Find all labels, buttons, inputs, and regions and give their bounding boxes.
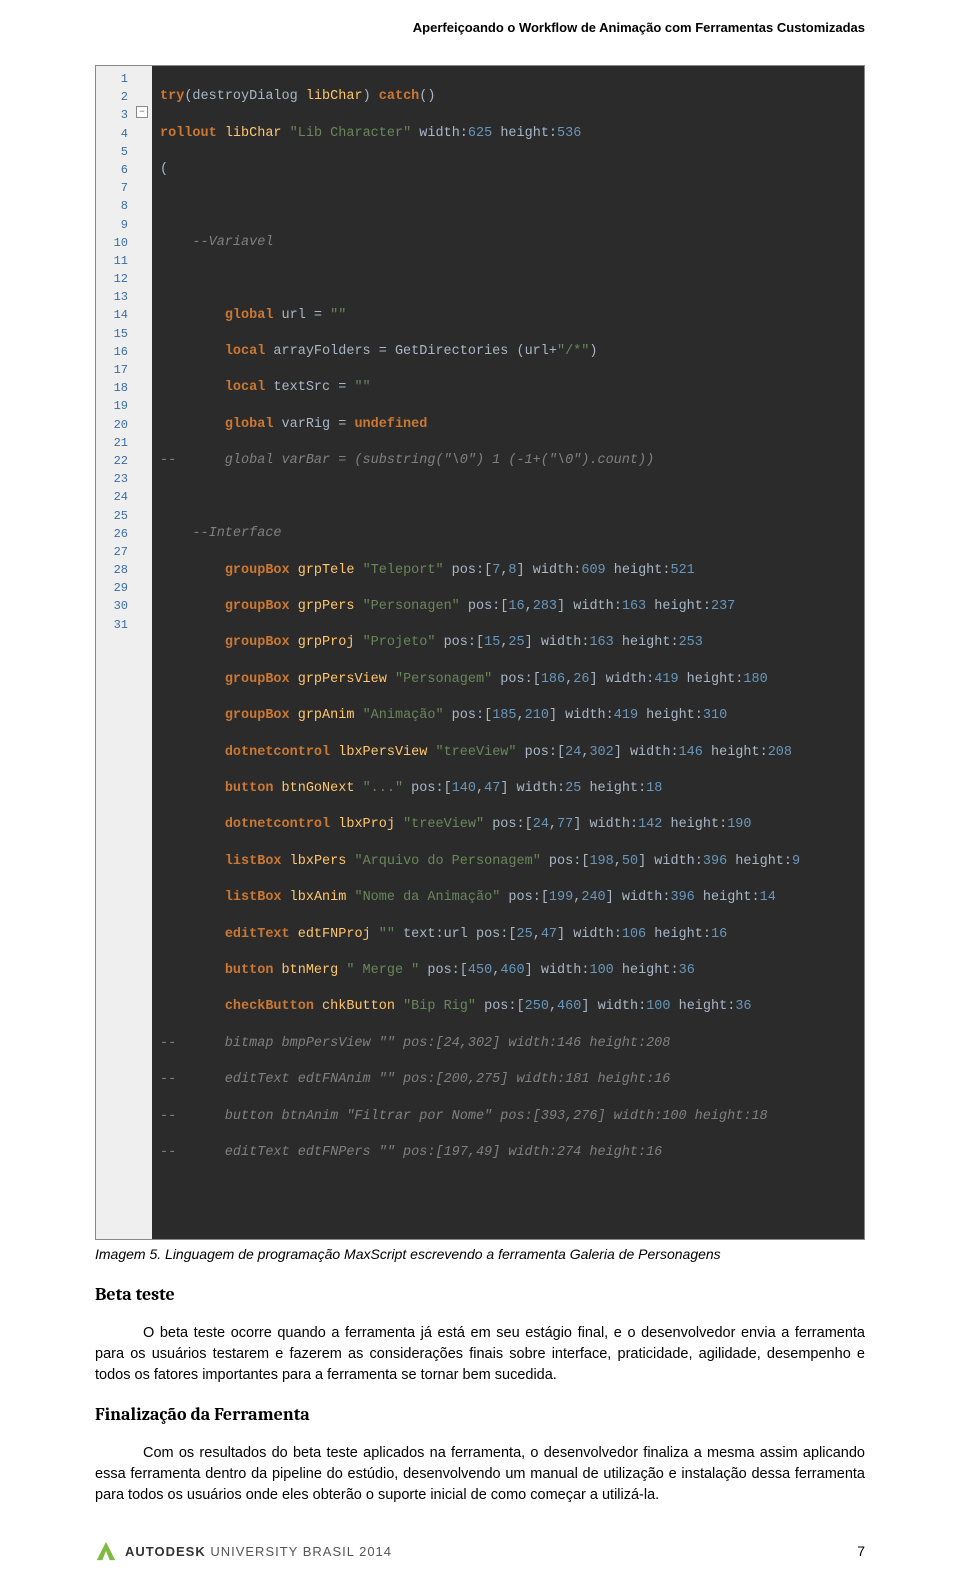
line-number: 12 <box>102 270 128 288</box>
line-number: 19 <box>102 397 128 415</box>
line-number: 21 <box>102 434 128 452</box>
line-number: 24 <box>102 488 128 506</box>
line-number: 5 <box>102 143 128 161</box>
line-number: 31 <box>102 616 128 634</box>
line-number: 9 <box>102 216 128 234</box>
line-number: 6 <box>102 161 128 179</box>
figure-caption: Imagem 5. Linguagem de programação MaxSc… <box>95 1246 865 1262</box>
footer-brand-sub: UNIVERSITY BRASIL 2014 <box>206 1544 392 1559</box>
page-footer: AUTODESK UNIVERSITY BRASIL 2014 7 <box>95 1540 865 1562</box>
line-number: 18 <box>102 379 128 397</box>
line-number: 4 <box>102 125 128 143</box>
footer-brand: AUTODESK UNIVERSITY BRASIL 2014 <box>95 1540 392 1562</box>
line-number: 13 <box>102 288 128 306</box>
line-number: 26 <box>102 525 128 543</box>
line-number: 28 <box>102 561 128 579</box>
running-header: Aperfeiçoando o Workflow de Animação com… <box>95 20 865 35</box>
code-content: try(destroyDialog libChar) catch() rollo… <box>152 66 864 1239</box>
line-number: 11 <box>102 252 128 270</box>
section-heading-beta: Beta teste <box>95 1284 865 1305</box>
line-number: 16 <box>102 343 128 361</box>
section-para-finalizacao: Com os resultados do beta teste aplicado… <box>95 1443 865 1506</box>
line-number: 23 <box>102 470 128 488</box>
line-number: 2 <box>102 88 128 106</box>
footer-brand-main: AUTODESK <box>125 1544 206 1559</box>
line-number-gutter: 1234567891011121314151617181920212223242… <box>96 66 134 1239</box>
line-number: 7 <box>102 179 128 197</box>
line-number: 22 <box>102 452 128 470</box>
line-number: 3 <box>102 106 128 124</box>
line-number: 27 <box>102 543 128 561</box>
footer-brand-text: AUTODESK UNIVERSITY BRASIL 2014 <box>125 1544 392 1559</box>
page-number: 7 <box>857 1543 865 1559</box>
line-number: 30 <box>102 597 128 615</box>
autodesk-logo-icon <box>95 1540 117 1562</box>
line-number: 8 <box>102 197 128 215</box>
line-number: 25 <box>102 507 128 525</box>
section-heading-finalizacao: Finalização da Ferramenta <box>95 1404 865 1425</box>
line-number: 14 <box>102 306 128 324</box>
fold-toggle-icon: − <box>136 106 148 118</box>
line-number: 1 <box>102 70 128 88</box>
line-number: 17 <box>102 361 128 379</box>
line-number: 29 <box>102 579 128 597</box>
fold-column: − <box>134 66 152 1239</box>
section-para-beta: O beta teste ocorre quando a ferramenta … <box>95 1323 865 1386</box>
line-number: 10 <box>102 234 128 252</box>
line-number: 20 <box>102 416 128 434</box>
line-number: 15 <box>102 325 128 343</box>
code-screenshot: 1234567891011121314151617181920212223242… <box>95 65 865 1240</box>
